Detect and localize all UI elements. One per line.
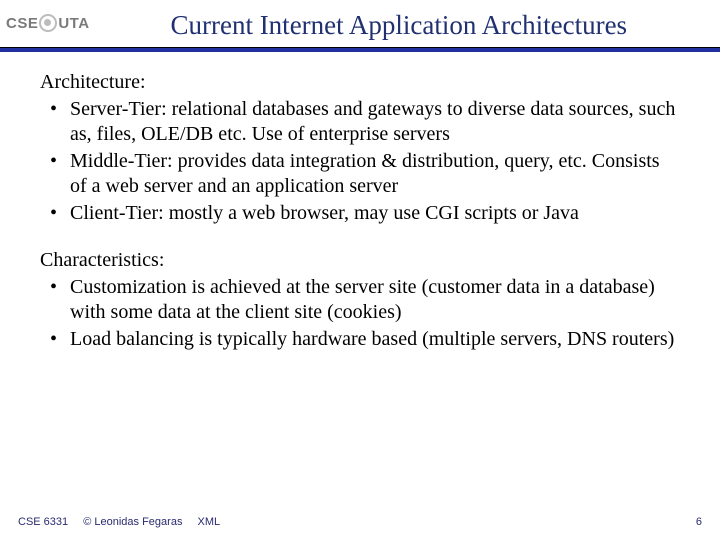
list-item: Middle-Tier: provides data integration &… xyxy=(46,149,680,199)
slide-title: Current Internet Application Architectur… xyxy=(90,8,708,47)
slide-content: Architecture: Server-Tier: relational da… xyxy=(0,52,720,352)
slide-footer: CSE 6331 © Leonidas Fegaras XML 6 xyxy=(0,516,720,528)
list-item: Client-Tier: mostly a web browser, may u… xyxy=(46,201,680,226)
section-heading: Characteristics: xyxy=(40,248,680,273)
footer-copyright: © Leonidas Fegaras xyxy=(83,516,182,528)
list-item: Server-Tier: relational databases and ga… xyxy=(46,97,680,147)
institution-logo: CSE UTA xyxy=(6,14,90,32)
bullet-list: Server-Tier: relational databases and ga… xyxy=(40,97,680,226)
footer-course: CSE 6331 xyxy=(18,516,68,528)
at-icon xyxy=(39,14,57,32)
logo-text-right: UTA xyxy=(58,15,89,32)
bullet-list: Customization is achieved at the server … xyxy=(40,275,680,352)
footer-left: CSE 6331 © Leonidas Fegaras XML xyxy=(18,516,232,528)
list-item: Load balancing is typically hardware bas… xyxy=(46,327,680,352)
slide-header: CSE UTA Current Internet Application Arc… xyxy=(0,0,720,47)
section-heading: Architecture: xyxy=(40,70,680,95)
footer-topic: XML xyxy=(198,516,221,528)
list-item: Customization is achieved at the server … xyxy=(46,275,680,325)
section-architecture: Architecture: Server-Tier: relational da… xyxy=(40,70,680,226)
logo-text-left: CSE xyxy=(6,15,38,32)
section-characteristics: Characteristics: Customization is achiev… xyxy=(40,248,680,352)
footer-page-number: 6 xyxy=(696,516,702,528)
